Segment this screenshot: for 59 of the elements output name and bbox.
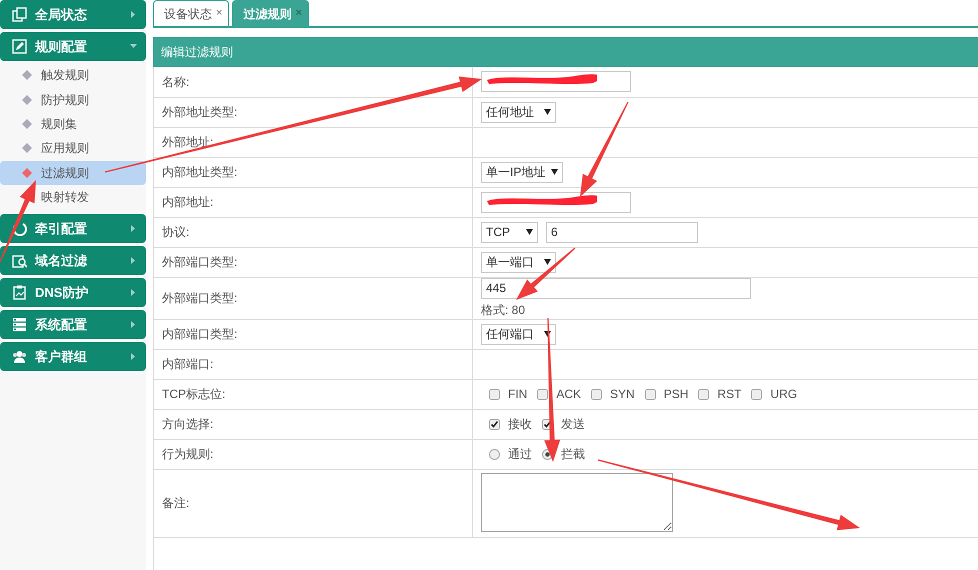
menu-button[interactable]: 牵引配置 [0,214,146,244]
input-field[interactable]: 445 [481,278,751,298]
dropdown[interactable]: 任何端口 [481,324,556,344]
users-icon [12,349,27,364]
field-label: 内部端口类型: [154,319,472,349]
menu-button[interactable]: 规则配置 [0,32,146,61]
menu-item[interactable]: 应用规则 [0,136,146,161]
diamond-icon [22,70,32,80]
edit-icon [12,39,27,54]
checkbox[interactable]: FIN [489,385,528,403]
menu-item[interactable]: 规则集 [0,112,146,136]
field-label: 外部端口类型: [154,277,472,319]
menu-button[interactable]: 全局状态 [0,0,146,29]
hint-text: 格式: 80 [481,302,526,318]
menu-item[interactable]: 过滤规则 [0,160,146,185]
menu-button[interactable]: 系统配置 [0,310,146,340]
caret-icon [526,229,533,235]
dropdown[interactable]: 单一IP地址 [481,162,564,182]
dropdown[interactable]: 任何地址 [481,102,556,122]
textarea-field[interactable] [481,472,673,532]
checkbox[interactable]: RST [698,385,742,403]
checkbox[interactable]: 接收 [489,415,532,433]
field-label: 内部端口: [154,349,472,379]
menu-item[interactable]: 触发规则 [0,63,146,88]
search-icon [12,253,27,268]
field-label: 内部地址: [154,187,472,217]
field-label: 外部端口类型: [154,247,472,277]
field-label: 方向选择: [154,409,472,439]
field-label: 备注: [154,469,472,537]
ring-icon [12,221,27,236]
tab[interactable]: 设备状态 × [153,0,230,26]
checkbox[interactable]: ACK [537,385,582,403]
menu-button[interactable]: 域名过滤 [0,246,146,276]
radio-button[interactable]: 通过 [489,445,532,463]
checkbox[interactable]: PSH [644,385,688,403]
field-label: 协议: [154,217,472,247]
clipboard-icon [12,285,27,300]
caret-icon [544,109,551,115]
diamond-icon [22,143,32,154]
diamond-icon [22,168,32,178]
field-label: TCP标志位: [154,379,472,409]
field-label: 行为规则: [154,439,472,469]
panel-header: 编辑过滤规则 [153,37,978,67]
diamond-icon [22,94,32,105]
server-icon [12,317,27,332]
dropdown[interactable]: TCP [481,222,538,242]
checkbox[interactable]: SYN [591,385,635,403]
menu-button[interactable]: 客户群组 [0,342,146,372]
checkbox[interactable]: URG [751,385,798,403]
input-field[interactable]: 6 [546,222,698,242]
dropdown[interactable]: 单一端口 [481,252,556,272]
close-button[interactable]: × [216,5,222,22]
menu-item[interactable]: 防护规则 [0,87,146,112]
caret-icon [551,169,558,175]
diamond-icon [22,118,32,129]
menu-button[interactable]: DNS防护 [0,278,146,308]
caret-icon [544,259,551,265]
field-label: 内部地址类型: [154,157,472,187]
copy-icon [12,7,27,22]
